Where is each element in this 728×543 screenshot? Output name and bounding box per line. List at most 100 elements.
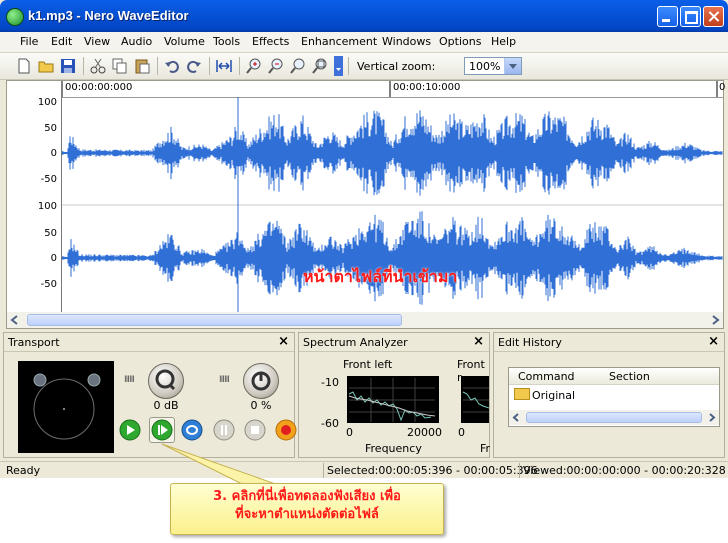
play-button[interactable]: [119, 419, 141, 441]
volume-value: 0 dB: [153, 399, 179, 412]
menu-file[interactable]: File: [20, 35, 38, 48]
chevron-down-icon[interactable]: [504, 58, 521, 74]
timeline-start: 00:00:00:000: [65, 82, 133, 93]
stop-button[interactable]: [244, 419, 266, 441]
zoom-selection-icon[interactable]: [290, 58, 306, 74]
volume-knob[interactable]: [148, 363, 184, 399]
scroll-right-icon[interactable]: [704, 410, 719, 425]
scrollbar-thumb[interactable]: [27, 314, 402, 326]
scroll-left-icon[interactable]: [7, 312, 23, 328]
zoom-out-icon[interactable]: [268, 58, 284, 74]
new-icon[interactable]: [16, 58, 32, 74]
spectrum-xlabel: Frequency: [365, 442, 422, 455]
spectrum-trace: [348, 378, 436, 422]
minimize-button[interactable]: [657, 6, 678, 27]
callout-text: 3. คลิกที่นี่เพื่อทดลองฟังเสียง เพื่อ ที…: [171, 488, 443, 524]
transport-display: [18, 361, 114, 453]
column-command[interactable]: Command: [518, 370, 575, 383]
panel-header: Transport ×: [4, 333, 294, 352]
toolbar: Vertical zoom: 100%: [0, 53, 728, 80]
spectrum-trace: [462, 387, 490, 413]
magnifier-icon: [155, 369, 176, 391]
menu-help[interactable]: Help: [491, 35, 516, 48]
close-icon[interactable]: ×: [708, 334, 719, 349]
menu-audio[interactable]: Audio: [121, 35, 152, 48]
menu-tools[interactable]: Tools: [213, 35, 240, 48]
play-loop-button[interactable]: [149, 417, 175, 443]
pause-icon: [213, 419, 235, 441]
menu-volume[interactable]: Volume: [164, 35, 205, 48]
menu-edit[interactable]: Edit: [51, 35, 72, 48]
status-viewed: Viewed:00:00:00:000 - 00:00:20:328: [523, 464, 726, 477]
menu-windows[interactable]: Windows: [382, 35, 431, 48]
menu-effects[interactable]: Effects: [252, 35, 289, 48]
horizontal-scrollbar[interactable]: [7, 312, 723, 328]
pause-button[interactable]: [213, 419, 235, 441]
toolbar-separator: [209, 57, 210, 75]
vertical-zoom-label: Vertical zoom:: [357, 60, 436, 73]
scroll-right-icon[interactable]: [707, 312, 723, 328]
paste-icon[interactable]: [134, 58, 150, 74]
toolbar-separator: [348, 57, 349, 75]
open-icon[interactable]: [38, 58, 54, 74]
timeline-end: 0: [719, 82, 726, 93]
close-icon[interactable]: ×: [278, 334, 289, 349]
scroll-left-icon[interactable]: [509, 410, 524, 425]
spectrum-y-bottom: -60: [321, 417, 339, 430]
spectrum-plot-left: [347, 376, 439, 423]
status-bar: Ready Selected:00:00:05:396 - 00:00:05:3…: [0, 461, 728, 478]
vertical-zoom-select[interactable]: 100%: [464, 57, 522, 75]
toolbar-overflow-icon[interactable]: [334, 56, 343, 76]
spectrum-x-start-2: 0: [458, 426, 465, 439]
menu-options[interactable]: Options: [439, 35, 481, 48]
scale-label: -50: [40, 174, 57, 185]
waveform-view[interactable]: 00:00:00:000 00:00:10:000 0 100 50 0 -50…: [6, 80, 726, 329]
callout-line-2: ที่จะหาตำแหน่งตัดต่อไฟล์: [235, 507, 379, 522]
waveform-channel-right: [62, 211, 723, 305]
close-button[interactable]: [703, 6, 724, 27]
title-bar[interactable]: k1.mp3 - Nero WaveEditor: [0, 0, 728, 32]
cut-icon[interactable]: [90, 58, 106, 74]
status-divider: [323, 463, 324, 478]
play-icon: [151, 419, 173, 441]
history-list[interactable]: Command Section Original: [508, 367, 720, 427]
column-section[interactable]: Section: [609, 370, 650, 383]
scale-label: 0: [50, 253, 57, 264]
timeline-ruler[interactable]: 00:00:00:000 00:00:10:000 0: [7, 81, 726, 98]
repeat-button[interactable]: [181, 419, 203, 441]
zoom-full-icon[interactable]: [312, 58, 328, 74]
window-title: k1.mp3 - Nero WaveEditor: [28, 8, 189, 23]
scrollbar-thumb[interactable]: [526, 412, 702, 423]
list-item[interactable]: Original: [514, 388, 575, 402]
scale-label: 100: [37, 97, 57, 108]
status-state: Ready: [6, 464, 41, 477]
scale-label: 50: [44, 228, 57, 239]
balance-knob[interactable]: [243, 363, 279, 399]
fit-icon[interactable]: [216, 58, 232, 74]
record-button[interactable]: [275, 419, 297, 441]
transport-panel: Transport × IIIIII 0 dB IIIIII 0 %: [3, 332, 297, 458]
waveform-caption: หน้าตาไฟล์ที่นำเข้ามา: [303, 267, 458, 286]
history-scrollbar[interactable]: [509, 410, 719, 425]
redo-icon[interactable]: [186, 58, 202, 74]
timeline-mark: 00:00:10:000: [393, 82, 461, 93]
zoom-in-icon[interactable]: [246, 58, 262, 74]
close-icon[interactable]: ×: [473, 334, 484, 349]
menu-enhancement[interactable]: Enhancement: [301, 35, 377, 48]
scale-label: 100: [37, 201, 57, 212]
menu-bar: File Edit View Audio Volume Tools Effect…: [0, 32, 728, 53]
vertical-zoom-value: 100%: [469, 60, 501, 73]
menu-view[interactable]: View: [84, 35, 110, 48]
power-icon: [251, 371, 271, 391]
undo-icon[interactable]: [164, 58, 180, 74]
panel-header: Edit History ×: [494, 333, 724, 352]
toolbar-separator: [157, 57, 158, 75]
panel-header: Spectrum Analyzer ×: [299, 333, 489, 352]
history-item-label: Original: [532, 389, 576, 402]
spectrum-x-start: 0: [346, 426, 353, 439]
maximize-button[interactable]: [680, 6, 701, 27]
save-icon[interactable]: [60, 58, 76, 74]
spectrum-plot-right: [461, 376, 490, 423]
app-icon: [6, 8, 24, 26]
copy-icon[interactable]: [112, 58, 128, 74]
